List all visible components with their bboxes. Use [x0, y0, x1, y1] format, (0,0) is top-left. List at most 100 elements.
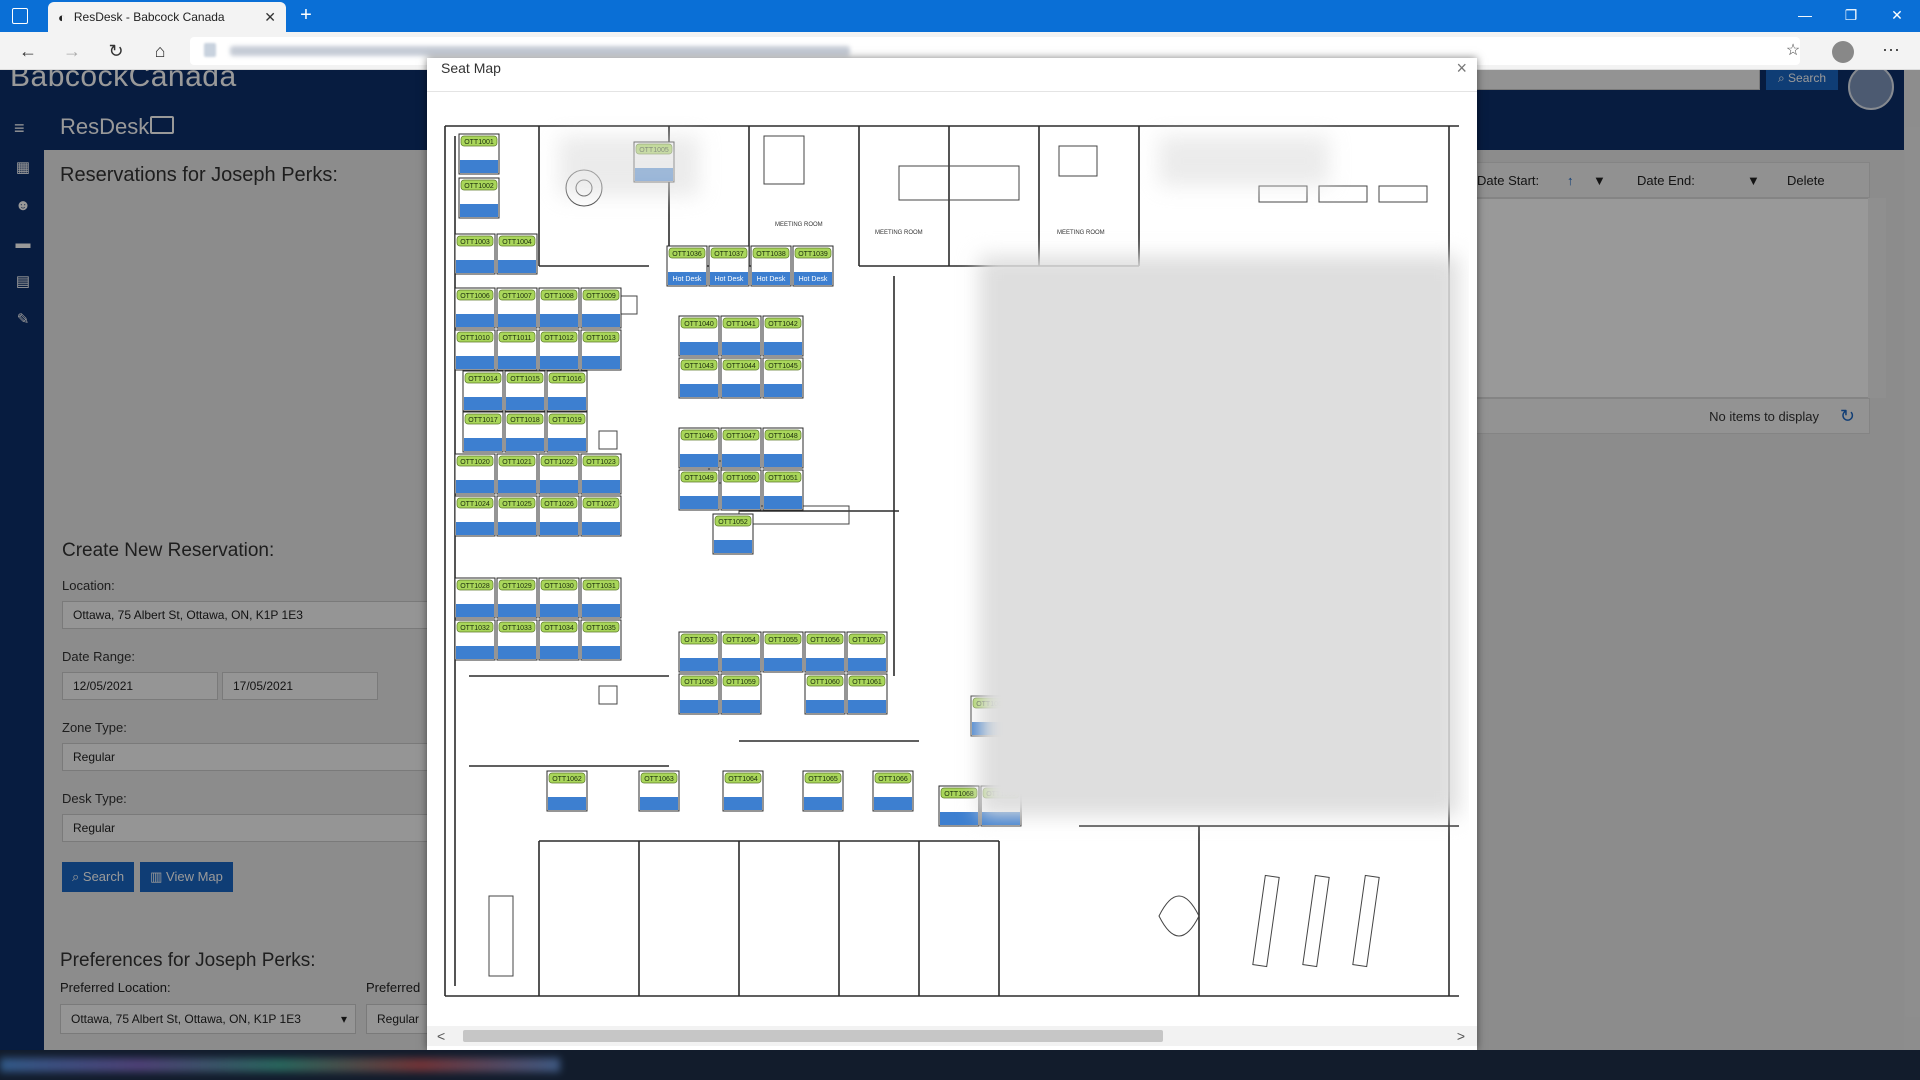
seat-id-text: OTT1018 — [510, 417, 540, 424]
seat-ott1031[interactable]: OTT1031 — [580, 577, 622, 619]
scroll-left-icon[interactable]: < — [437, 1026, 445, 1046]
seat-ott1034[interactable]: OTT1034 — [538, 619, 580, 661]
seat-ott1062[interactable]: OTT1062 — [546, 770, 588, 812]
seats-layer[interactable]: OTT1001OTT1002OTT1003OTT1004OTT1005OTT10… — [454, 133, 1022, 827]
seat-status-bar — [680, 342, 718, 355]
seat-id-text: OTT1035 — [586, 625, 616, 632]
seat-id-text: OTT1037 — [714, 251, 744, 258]
seat-ott1004[interactable]: OTT1004 — [496, 233, 538, 275]
seat-ott1025[interactable]: OTT1025 — [496, 495, 538, 537]
seat-ott1057[interactable]: OTT1057 — [846, 631, 888, 673]
tab-close-icon[interactable]: ✕ — [264, 9, 276, 26]
profile-avatar[interactable] — [1832, 41, 1854, 63]
seat-ott1030[interactable]: OTT1030 — [538, 577, 580, 619]
seat-ott1033[interactable]: OTT1033 — [496, 619, 538, 661]
seat-ott1036[interactable]: OTT1036 Hot Desk — [666, 245, 708, 287]
maximize-button[interactable]: ❐ — [1828, 0, 1874, 32]
scrollbar-thumb[interactable] — [463, 1030, 1163, 1042]
seat-ott1018[interactable]: OTT1018 — [504, 411, 546, 453]
seat-map-canvas[interactable]: MEETING ROOM MEETING ROOM MEETING ROOM O… — [439, 116, 1469, 1016]
seat-ott1013[interactable]: OTT1013 — [580, 329, 622, 371]
seat-ott1054[interactable]: OTT1054 — [720, 631, 762, 673]
seat-ott1048[interactable]: OTT1048 — [762, 427, 804, 469]
new-tab-button[interactable]: + — [294, 4, 318, 28]
seat-ott1022[interactable]: OTT1022 — [538, 453, 580, 495]
seat-ott1055[interactable]: OTT1055 — [762, 631, 804, 673]
window-menu-icon[interactable] — [12, 8, 28, 24]
browser-tab[interactable]: ◐ ResDesk - Babcock Canada ✕ — [48, 2, 286, 32]
seat-ott1042[interactable]: OTT1042 — [762, 315, 804, 357]
seat-id-text: OTT1054 — [726, 637, 756, 644]
seat-type-label: Hot Desk — [715, 276, 744, 283]
seat-ott1038[interactable]: OTT1038 Hot Desk — [750, 245, 792, 287]
seat-ott1035[interactable]: OTT1035 — [580, 619, 622, 661]
seat-ott1060[interactable]: OTT1060 — [804, 673, 846, 715]
seat-id-text: OTT1044 — [726, 363, 756, 370]
seat-ott1006[interactable]: OTT1006 — [454, 287, 496, 329]
seat-status-bar — [540, 356, 578, 369]
seat-ott1001[interactable]: OTT1001 — [458, 133, 500, 175]
seat-ott1021[interactable]: OTT1021 — [496, 453, 538, 495]
home-button[interactable]: ⌂ — [146, 38, 174, 64]
seat-ott1008[interactable]: OTT1008 — [538, 287, 580, 329]
seat-id-text: OTT1010 — [460, 335, 490, 342]
seat-ott1068[interactable]: OTT1068 — [938, 785, 980, 827]
seat-ott1037[interactable]: OTT1037 Hot Desk — [708, 245, 750, 287]
seat-ott1027[interactable]: OTT1027 — [580, 495, 622, 537]
seat-ott1028[interactable]: OTT1028 — [454, 577, 496, 619]
seat-type-label: Hot Desk — [799, 276, 828, 283]
seat-status-bar — [548, 797, 586, 810]
seat-id-text: OTT1060 — [810, 679, 840, 686]
back-button[interactable]: ← — [14, 38, 42, 64]
seat-ott1011[interactable]: OTT1011 — [496, 329, 538, 371]
seat-ott1063[interactable]: OTT1063 — [638, 770, 680, 812]
seat-ott1050[interactable]: OTT1050 — [720, 469, 762, 511]
seat-ott1016[interactable]: OTT1016 — [546, 370, 588, 412]
seat-ott1053[interactable]: OTT1053 — [678, 631, 720, 673]
close-window-button[interactable]: ✕ — [1874, 0, 1920, 32]
seat-ott1009[interactable]: OTT1009 — [580, 287, 622, 329]
seat-ott1059[interactable]: OTT1059 — [720, 673, 762, 715]
seat-ott1003[interactable]: OTT1003 — [454, 233, 496, 275]
seat-ott1007[interactable]: OTT1007 — [496, 287, 538, 329]
favorites-button[interactable]: ☆ — [1780, 38, 1806, 64]
more-menu-button[interactable]: ··· — [1878, 38, 1904, 64]
seat-ott1023[interactable]: OTT1023 — [580, 453, 622, 495]
seat-ott1002[interactable]: OTT1002 — [458, 177, 500, 219]
seat-ott1019[interactable]: OTT1019 — [546, 411, 588, 453]
seat-ott1064[interactable]: OTT1064 — [722, 770, 764, 812]
refresh-button[interactable]: ↻ — [102, 38, 130, 64]
seat-ott1012[interactable]: OTT1012 — [538, 329, 580, 371]
seat-ott1024[interactable]: OTT1024 — [454, 495, 496, 537]
seat-ott1010[interactable]: OTT1010 — [454, 329, 496, 371]
seat-ott1017[interactable]: OTT1017 — [462, 411, 504, 453]
seat-ott1020[interactable]: OTT1020 — [454, 453, 496, 495]
seat-ott1015[interactable]: OTT1015 — [504, 370, 546, 412]
seat-ott1047[interactable]: OTT1047 — [720, 427, 762, 469]
seat-ott1065[interactable]: OTT1065 — [802, 770, 844, 812]
modal-title: Seat Map — [441, 60, 501, 76]
seat-ott1045[interactable]: OTT1045 — [762, 357, 804, 399]
seat-ott1026[interactable]: OTT1026 — [538, 495, 580, 537]
scroll-right-icon[interactable]: > — [1457, 1026, 1465, 1046]
seat-ott1041[interactable]: OTT1041 — [720, 315, 762, 357]
seat-ott1061[interactable]: OTT1061 — [846, 673, 888, 715]
seat-ott1046[interactable]: OTT1046 — [678, 427, 720, 469]
modal-close-button[interactable]: × — [1456, 58, 1467, 79]
seat-ott1043[interactable]: OTT1043 — [678, 357, 720, 399]
seat-ott1039[interactable]: OTT1039 Hot Desk — [792, 245, 834, 287]
seat-ott1066[interactable]: OTT1066 — [872, 770, 914, 812]
seat-ott1052[interactable]: OTT1052 — [712, 513, 754, 555]
seat-ott1040[interactable]: OTT1040 — [678, 315, 720, 357]
forward-button[interactable]: → — [58, 38, 86, 64]
minimize-button[interactable]: — — [1782, 0, 1828, 32]
seat-ott1044[interactable]: OTT1044 — [720, 357, 762, 399]
seat-ott1032[interactable]: OTT1032 — [454, 619, 496, 661]
seat-ott1014[interactable]: OTT1014 — [462, 370, 504, 412]
seat-ott1058[interactable]: OTT1058 — [678, 673, 720, 715]
seat-ott1051[interactable]: OTT1051 — [762, 469, 804, 511]
horizontal-scrollbar[interactable]: < > — [427, 1026, 1477, 1046]
seat-ott1049[interactable]: OTT1049 — [678, 469, 720, 511]
seat-ott1056[interactable]: OTT1056 — [804, 631, 846, 673]
seat-ott1029[interactable]: OTT1029 — [496, 577, 538, 619]
